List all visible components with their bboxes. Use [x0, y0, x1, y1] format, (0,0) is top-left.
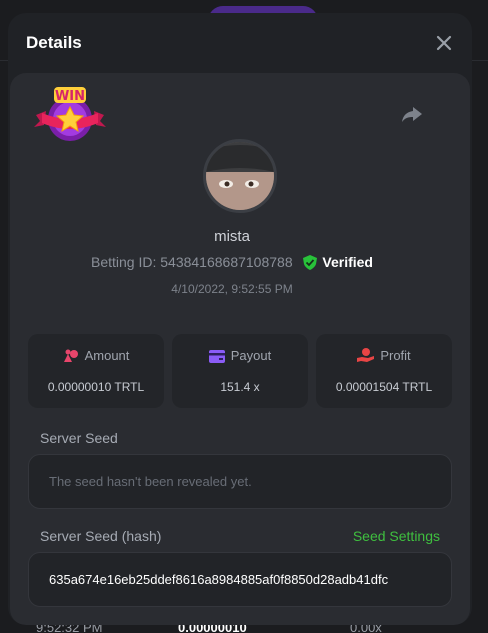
verified-label: Verified	[322, 254, 373, 270]
stat-label: Profit	[380, 348, 411, 363]
close-icon	[436, 35, 452, 51]
stat-value: 0.00001504 TRTL	[335, 380, 433, 394]
share-icon	[402, 107, 422, 122]
modal-header: Details	[8, 13, 472, 73]
hand-coin-icon	[357, 348, 375, 362]
avatar-photo	[206, 142, 274, 210]
svg-text:WIN: WIN	[55, 89, 85, 104]
stat-value: 0.00000010 TRTL	[47, 380, 145, 394]
close-button[interactable]	[434, 33, 454, 53]
stat-label: Payout	[230, 348, 272, 363]
stat-value: 151.4 x	[220, 380, 260, 394]
stat-card-amount: Amount 0.00000010 TRTL	[28, 334, 164, 408]
stat-card-payout: Payout 151.4 x	[172, 334, 308, 408]
shield-check-icon	[302, 255, 317, 270]
stat-card-profit: Profit 0.00001504 TRTL	[316, 334, 452, 408]
username: mista	[214, 228, 250, 245]
betting-id-line: Betting ID: 54384168687108788 Verified	[0, 254, 464, 270]
stat-head-payout: Payout	[172, 348, 308, 363]
server-seed-field[interactable]: The seed hasn't been revealed yet.	[28, 454, 452, 509]
server-seed-hash-field[interactable]: 635a674e16eb25ddef8616a8984885af0f8850d2…	[28, 552, 452, 607]
avatar	[203, 139, 277, 213]
coins-icon	[63, 349, 78, 362]
share-button[interactable]	[400, 102, 424, 126]
seed-settings-link[interactable]: Seed Settings	[353, 528, 440, 544]
stat-label: Amount	[84, 348, 130, 363]
betting-id-value: 54384168687108788	[160, 254, 293, 270]
betting-id-label: Betting ID:	[90, 254, 157, 270]
stat-head-profit: Profit	[316, 348, 452, 363]
win-badge-icon: WIN	[34, 87, 106, 141]
server-seed-label: Server Seed	[40, 430, 118, 446]
wallet-icon	[208, 350, 225, 363]
win-badge: WIN	[32, 85, 108, 147]
stat-head-amount: Amount	[28, 348, 164, 363]
bet-timestamp: 4/10/2022, 9:52:55 PM	[171, 282, 293, 296]
modal-title: Details	[26, 33, 82, 52]
server-seed-hash-label: Server Seed (hash)	[40, 528, 162, 544]
